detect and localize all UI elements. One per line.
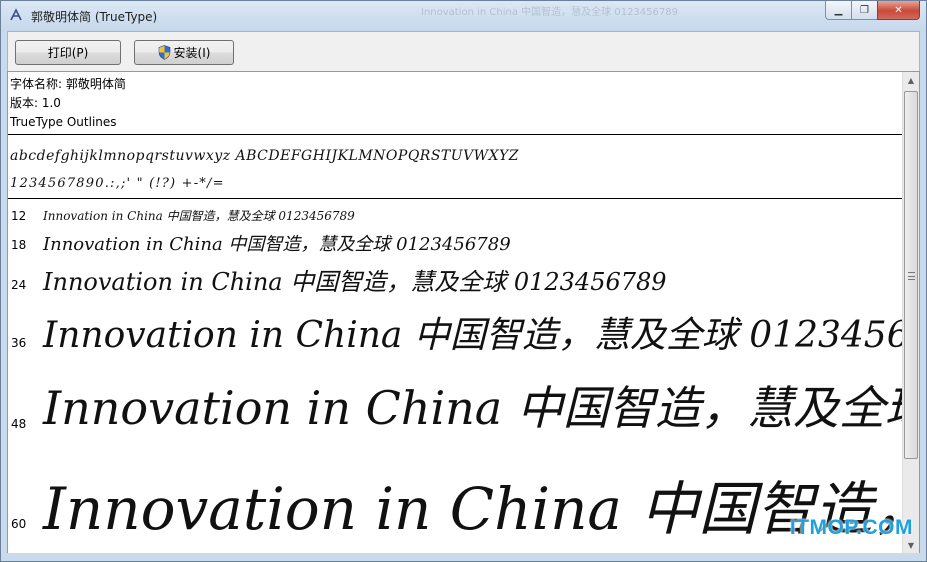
scroll-up-button[interactable]: ▲ [903, 72, 919, 89]
scrollbar-thumb[interactable] [904, 91, 918, 459]
alphabet-sample: abcdefghijklmnopqrstuvwxyz ABCDEFGHIJKLM… [10, 148, 520, 164]
background-ghost-text: Innovation in China 中国智造，慧及全球 0123456789 [421, 7, 678, 18]
sample-text: Innovation in China 中国智造，慧及全球 0123456789 [43, 315, 904, 356]
sample-text: Innovation in China 中国智造，慧及全球 0123456789 [43, 381, 904, 435]
close-icon: ✕ [894, 4, 903, 16]
toolbar: 打印(P) 安装(I) [7, 31, 920, 71]
size-label: 36 [11, 336, 27, 350]
size-sample-row: 36 Innovation in China 中国智造，慧及全球 0123456… [8, 306, 904, 366]
size-label: 24 [11, 278, 27, 292]
size-sample-row: 48 Innovation in China 中国智造，慧及全球 0123456… [8, 372, 904, 442]
digits-symbols-sample: 1234567890.:,;' " (!?) +-*/= [10, 176, 225, 191]
install-button[interactable]: 安装(I) [134, 40, 234, 65]
size-label: 18 [11, 238, 27, 252]
sample-text: Innovation in China 中国智造，慧及全球 0123456789 [43, 268, 667, 296]
font-viewer-window: 郭敬明体简 (TrueType) Innovation in China 中国智… [0, 0, 927, 562]
window-title: 郭敬明体简 (TrueType) [31, 10, 158, 24]
font-version-line: 版本: 1.0 [10, 96, 61, 110]
size-label: 48 [11, 417, 27, 431]
font-outline-line: TrueType Outlines [10, 115, 117, 129]
print-button[interactable]: 打印(P) [15, 40, 121, 65]
size-label: 12 [11, 209, 27, 223]
title-bar[interactable]: 郭敬明体简 (TrueType) Innovation in China 中国智… [1, 1, 926, 31]
maximize-icon: ❐ [860, 4, 869, 16]
font-preview-pane: 字体名称: 郭敬明体简 版本: 1.0 TrueType Outlines ab… [7, 71, 920, 555]
sample-text: Innovation in China 中国智造，慧及全球 0123456789 [43, 209, 355, 223]
size-label: 60 [11, 517, 27, 531]
install-button-label: 安装(I) [173, 46, 211, 60]
minimize-icon: ▁ [834, 4, 843, 16]
grip-icon [908, 272, 915, 280]
sample-text: Innovation in China 中国智造，慧及全球 0123456789 [43, 475, 904, 543]
minimize-button[interactable]: ▁ [825, 1, 851, 20]
size-sample-row: 60 Innovation in China 中国智造，慧及全球 0123456… [8, 462, 904, 554]
divider [8, 198, 904, 199]
font-info: 字体名称: 郭敬明体简 版本: 1.0 TrueType Outlines [10, 75, 126, 132]
site-watermark: ITMOP.COM [789, 516, 913, 539]
font-app-icon [10, 8, 22, 21]
window-bottom-frame [1, 553, 926, 561]
uac-shield-icon [158, 45, 170, 60]
sample-text: Innovation in China 中国智造，慧及全球 0123456789 [43, 234, 511, 255]
divider [8, 134, 904, 135]
close-button[interactable]: ✕ [877, 1, 920, 20]
print-button-label: 打印(P) [47, 46, 89, 60]
font-name-line: 字体名称: 郭敬明体简 [10, 77, 126, 91]
vertical-scrollbar[interactable]: ▲ ▼ [902, 72, 919, 554]
maximize-button[interactable]: ❐ [851, 1, 877, 20]
